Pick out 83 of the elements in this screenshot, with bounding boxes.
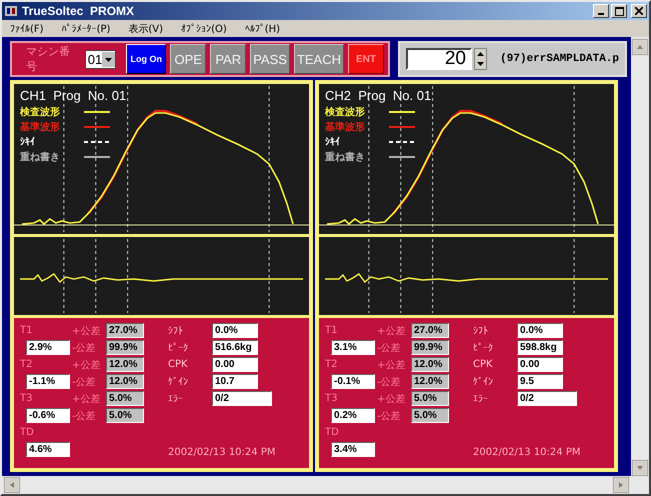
menu-item[interactable]: 表示(V) [128,22,164,36]
timestamp: 2002/02/13 10:24 PM [473,447,582,458]
tolerance-label: +公差 [72,392,102,406]
stat-field[interactable]: 0/2 [517,391,577,406]
value-field[interactable]: 4.6% [26,442,70,457]
legend-label: 重ね書き [20,150,61,164]
parameter-label: T2 [20,359,34,370]
value-field[interactable]: 0.2% [331,408,375,423]
machine-label: マシン番号 [25,44,71,74]
parameter-label: T3 [325,393,338,404]
legend-label: 検査波形 [325,106,366,119]
stat-field[interactable]: 0.0% [517,323,563,338]
tolerance-field[interactable]: 5.0% [411,408,449,423]
tolerance-field[interactable]: 99.9% [106,340,144,355]
count-field[interactable]: 20 [406,48,472,70]
tolerance-label: +公差 [72,358,102,372]
tolerance-label: +公差 [377,358,406,372]
legend-label: 検査波形 [20,106,61,119]
mode-button[interactable]: Log On [126,44,166,74]
tolerance-label: -公差 [377,342,402,354]
menu-item[interactable]: ﾊﾟﾗﾒｰﾀｰ(P) [62,22,110,34]
tolerance-field[interactable]: 5.0% [106,408,144,423]
value-field[interactable]: 3.4% [331,442,375,457]
parameter-label: T1 [325,325,338,336]
tolerance-field[interactable]: 5.0% [411,391,449,406]
legend-label: 基準波形 [325,120,366,134]
stat-field[interactable]: 9.5 [517,374,563,389]
stat-label: CPK [473,359,493,370]
menu-item[interactable]: ﾍﾙﾌﾟ(H) [244,22,280,34]
tolerance-label: +公差 [72,324,102,338]
stat-label: ｼﾌﾄ [473,324,488,336]
legend-label: ｼｷｲ [20,136,36,148]
tolerance-field[interactable]: 27.0% [106,323,144,338]
machine-dropdown[interactable]: 01 [84,50,116,68]
stat-field[interactable]: 0.0% [212,323,258,338]
parameter-label: T3 [20,393,34,404]
tolerance-label: -公差 [72,376,97,388]
value-field[interactable]: -0.1% [331,374,375,389]
legend-label: ｼｷｲ [325,136,341,148]
tolerance-label: +公差 [377,324,406,338]
channel-title: CH1 Prog No. 01 [20,88,126,103]
stat-label: ｹﾞｲﾝ [168,376,188,388]
stat-label: ﾋﾟｰｸ [168,342,188,354]
tolerance-field[interactable]: 12.0% [411,374,449,389]
stat-label: ｹﾞｲﾝ [473,376,493,388]
value-field[interactable]: -1.1% [26,374,70,389]
parameter-label: T1 [20,325,34,336]
value-field[interactable]: -0.6% [26,408,70,423]
tolerance-field[interactable]: 99.9% [411,340,449,355]
tolerance-label: -公差 [72,410,97,422]
tolerance-field[interactable]: 12.0% [106,374,144,389]
tolerance-field[interactable]: 27.0% [411,323,449,338]
stat-label: ｴﾗｰ [473,392,488,404]
timestamp: 2002/02/13 10:24 PM [168,447,276,458]
stat-label: ﾋﾟｰｸ [473,342,493,354]
tolerance-field[interactable]: 5.0% [106,391,144,406]
stat-field[interactable]: 0/2 [212,391,272,406]
parameter-label: TD [325,427,340,438]
stat-field[interactable]: 10.7 [212,374,258,389]
stat-field[interactable]: 598.8kg [517,340,563,355]
legend-label: 重ね書き [325,150,366,164]
tolerance-label: -公差 [377,410,402,422]
value-field[interactable]: 2.9% [26,340,70,355]
tolerance-label: -公差 [377,376,402,388]
value-field[interactable]: 3.1% [331,340,375,355]
legend-label: 基準波形 [20,120,61,134]
tolerance-label: -公差 [72,342,97,354]
stat-label: ｼﾌﾄ [168,324,183,336]
stat-field[interactable]: 0.00 [212,357,258,372]
menu-item[interactable]: ﾌｧｲﾙ(F) [10,22,44,34]
stat-field[interactable]: 0.00 [517,357,563,372]
tolerance-label: +公差 [377,392,406,406]
stat-field[interactable]: 516.6kg [212,340,258,355]
channel-title: CH2 Prog No. 01 [325,88,432,103]
tolerance-field[interactable]: 12.0% [106,357,144,372]
window-title: TrueSoltec PROMX [22,4,134,18]
parameter-label: TD [20,427,35,438]
tolerance-field[interactable]: 12.0% [411,357,449,372]
menu-item[interactable]: ｵﾌﾟｼｮﾝ(O) [181,22,227,34]
file-name: (97)errSAMPLDATA.p [500,53,619,65]
stat-label: CPK [168,359,188,370]
stat-label: ｴﾗｰ [168,392,183,404]
parameter-label: T2 [325,359,338,370]
